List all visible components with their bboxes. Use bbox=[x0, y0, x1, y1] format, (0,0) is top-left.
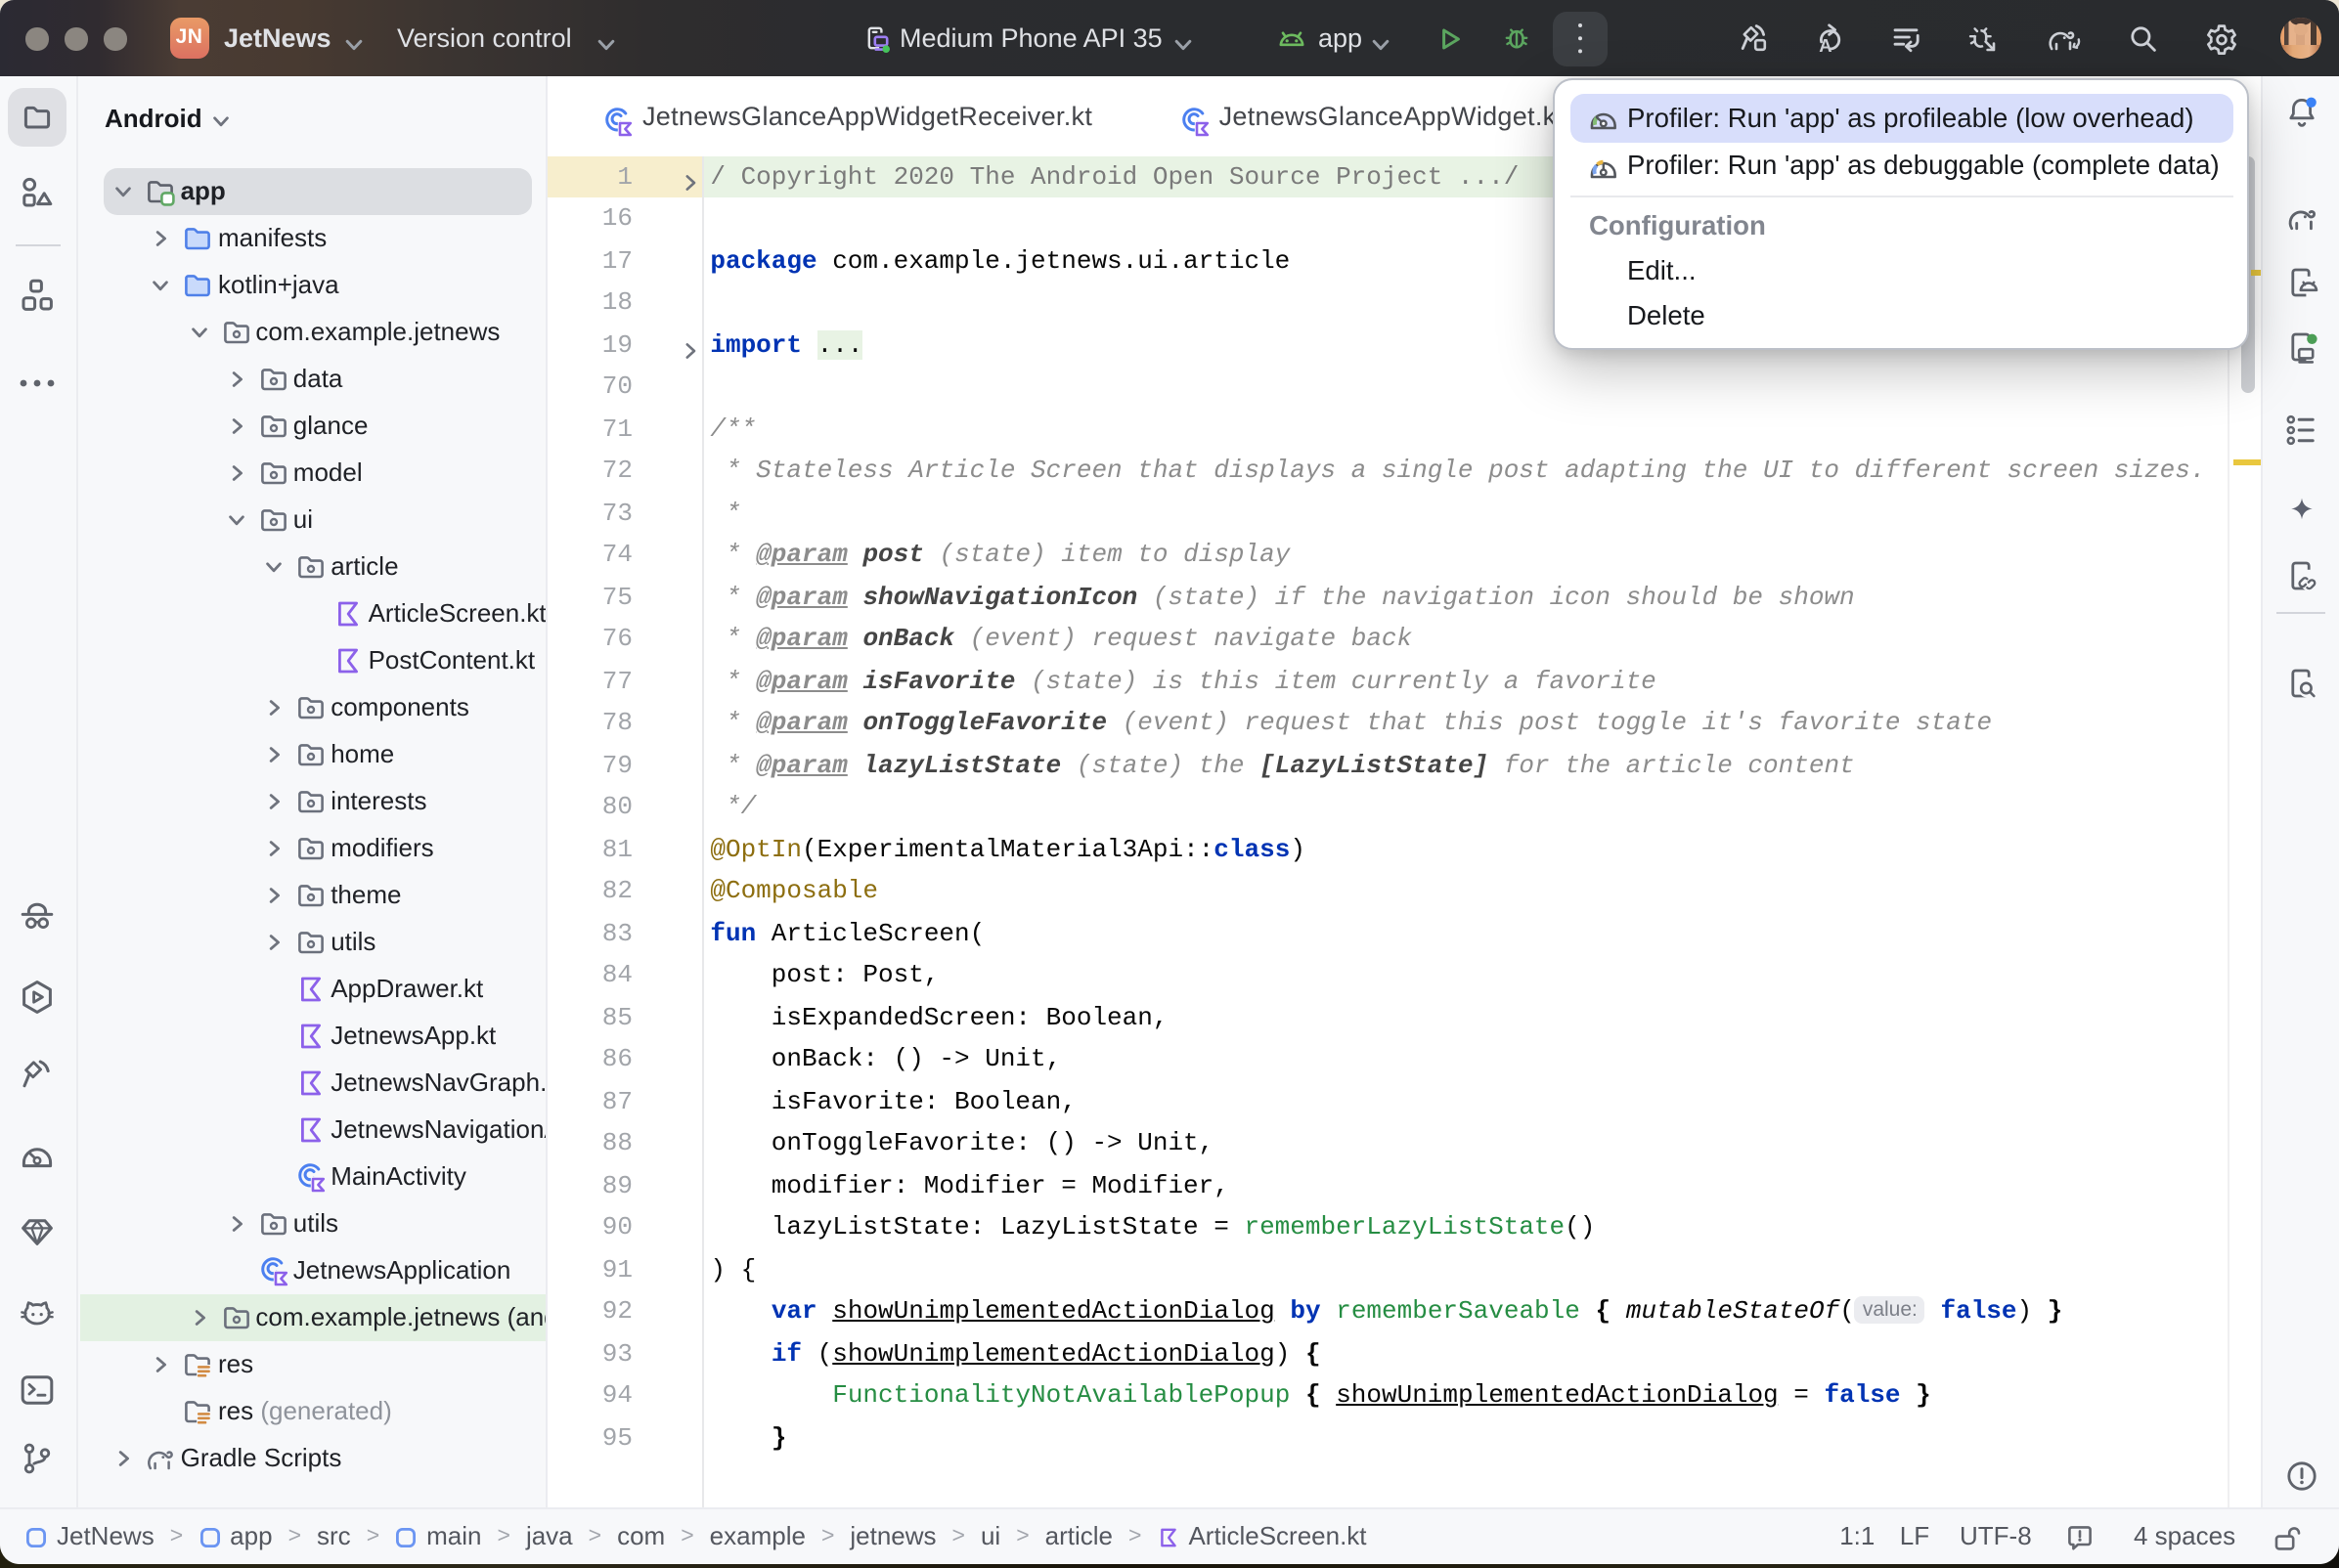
svg-text:A: A bbox=[1819, 34, 1831, 55]
